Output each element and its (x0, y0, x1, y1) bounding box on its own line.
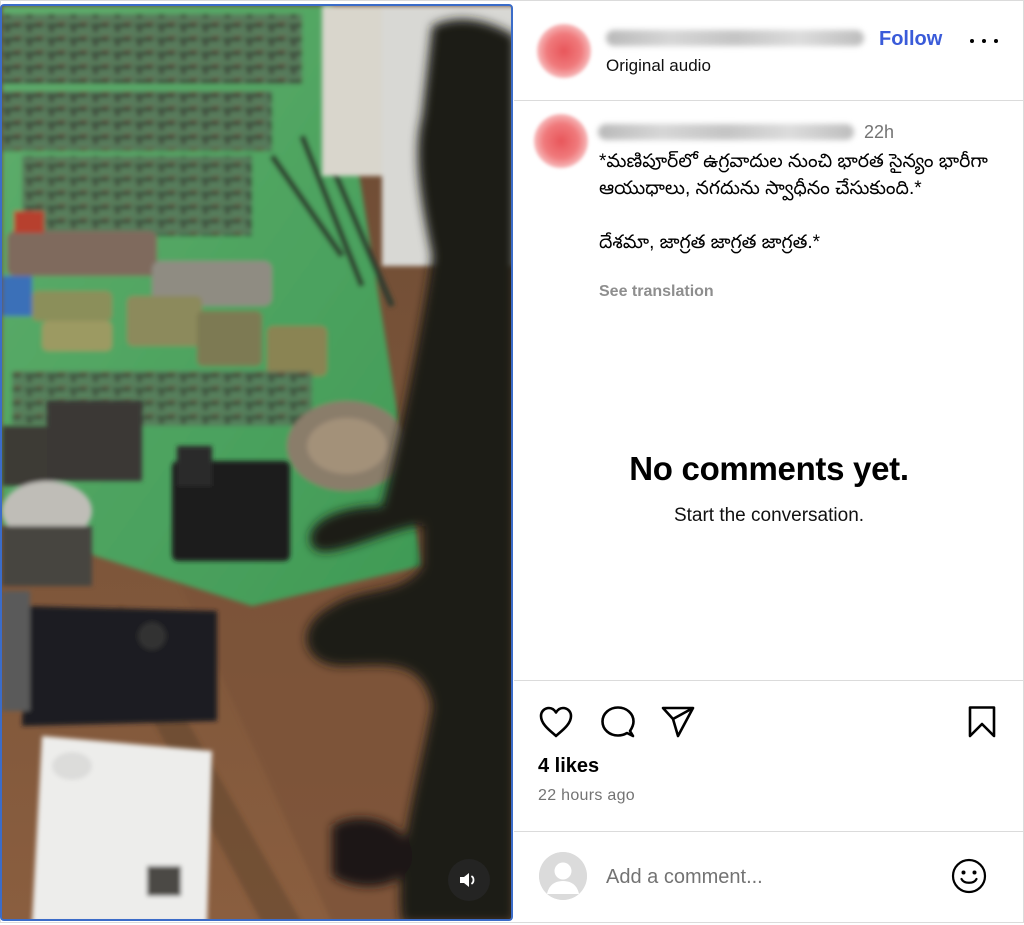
empty-comments-subtitle: Start the conversation. (673, 505, 865, 526)
video-frame-image (2, 6, 511, 919)
mute-toggle-button[interactable] (448, 859, 490, 901)
post-sidebar: sri_janatha_shoes_mart Follow Original a… (514, 0, 1024, 923)
likes-count[interactable]: 4 likes (538, 755, 599, 778)
follow-button[interactable]: Follow (879, 28, 942, 51)
more-options-icon[interactable] (970, 36, 998, 46)
comment-composer (514, 831, 1024, 925)
heart-icon[interactable] (538, 705, 574, 739)
author-username[interactable]: sri_janatha_shoes_mart (606, 30, 864, 46)
post-actions: 4 likes 22 hours ago (514, 680, 1024, 924)
empty-comments-title: No comments yet. (629, 450, 909, 487)
post-timestamp[interactable]: 22 hours ago (538, 787, 635, 805)
comment-input[interactable] (606, 862, 926, 892)
caption-timestamp[interactable]: 22h (864, 122, 894, 143)
caption-text: *మణిపూర్‌లో ఉగ్రవాదుల నుంచి భారత సైన్యం … (599, 151, 988, 253)
caption-author-username[interactable]: sri_janatha_shoes_mart (598, 124, 854, 140)
post-video[interactable] (0, 4, 513, 921)
comment-icon[interactable] (600, 705, 636, 739)
post-header: sri_janatha_shoes_mart Follow Original a… (514, 0, 1024, 101)
default-avatar-icon (539, 852, 587, 900)
see-translation-link[interactable]: See translation (599, 283, 714, 301)
author-avatar[interactable] (537, 24, 591, 78)
speaker-icon (460, 873, 475, 887)
viewer-avatar (539, 852, 587, 900)
bookmark-icon[interactable] (966, 705, 998, 739)
audio-link[interactable]: Original audio (606, 56, 711, 76)
caption-author-avatar[interactable] (534, 114, 588, 168)
emoji-icon[interactable] (951, 858, 987, 894)
share-icon[interactable] (660, 705, 696, 739)
